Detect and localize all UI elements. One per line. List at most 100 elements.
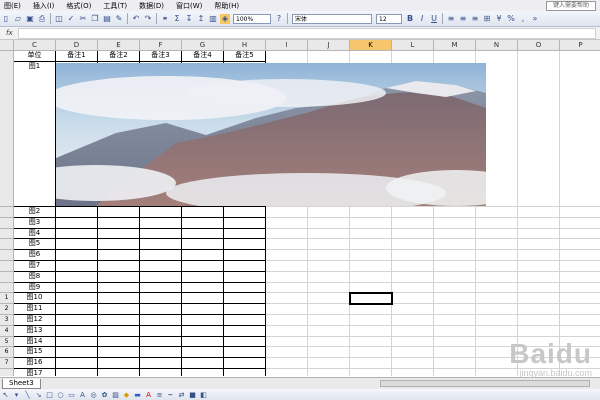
grid-cell[interactable] [560, 207, 600, 218]
format-painter-icon[interactable]: ✎ [114, 14, 124, 24]
align-center-icon[interactable]: ≡ [458, 14, 468, 24]
remark-cell[interactable] [98, 325, 140, 337]
grid-cell[interactable] [266, 228, 308, 240]
grid-cell[interactable] [350, 239, 392, 251]
grid-cell[interactable] [518, 228, 560, 240]
font-color-icon[interactable]: A [144, 391, 153, 399]
align-left-icon[interactable]: ≡ [446, 14, 456, 24]
remark-cell[interactable] [56, 325, 98, 337]
grid-cell[interactable] [392, 261, 434, 272]
remark-cell[interactable] [182, 304, 224, 315]
remark-cell[interactable] [98, 207, 140, 218]
remark-cell[interactable] [182, 369, 224, 376]
row-header[interactable] [0, 369, 14, 376]
row-header[interactable] [0, 261, 14, 272]
new-icon[interactable]: ▯ [1, 14, 11, 24]
currency-icon[interactable]: ¥ [494, 14, 504, 24]
remark-cell[interactable] [182, 239, 224, 251]
remark-cell[interactable] [182, 217, 224, 229]
remark-cell[interactable] [182, 293, 224, 305]
grid-cell[interactable] [476, 325, 518, 337]
comma-icon[interactable]: , [518, 14, 528, 24]
remark-cell[interactable] [224, 282, 266, 294]
row-header[interactable] [0, 228, 14, 240]
unit-cell[interactable]: 图10 [14, 293, 56, 305]
grid-cell[interactable] [308, 228, 350, 240]
grid-cell[interactable] [560, 293, 600, 305]
remark-cell[interactable] [140, 336, 182, 348]
arrow-style-icon[interactable]: ⇄ [177, 391, 186, 399]
formula-input[interactable] [18, 27, 596, 39]
remark-cell[interactable] [182, 347, 224, 359]
grid-cell[interactable] [518, 293, 560, 305]
remark-header-cell[interactable]: 备注3 [140, 51, 182, 62]
textbox-icon[interactable]: ▭ [67, 391, 76, 399]
grid-cell[interactable] [476, 315, 518, 326]
remark-cell[interactable] [56, 261, 98, 272]
remark-cell[interactable] [182, 228, 224, 240]
underline-icon[interactable]: U [429, 14, 439, 24]
grid-cell[interactable] [392, 304, 434, 315]
grid-cell[interactable] [560, 304, 600, 315]
remark-cell[interactable] [224, 315, 266, 326]
percent-icon[interactable]: % [506, 14, 516, 24]
grid-cell[interactable] [476, 293, 518, 305]
3d-icon[interactable]: ◧ [199, 391, 208, 399]
redo-icon[interactable]: ↷ [143, 14, 153, 24]
zoom-select[interactable]: 100% [233, 13, 271, 24]
grid-cell[interactable] [476, 250, 518, 261]
unit-cell[interactable]: 图2 [14, 207, 56, 218]
grid-cell[interactable] [392, 336, 434, 348]
paste-icon[interactable]: ▤ [102, 14, 112, 24]
remark-cell[interactable] [140, 304, 182, 315]
remark-cell[interactable] [56, 228, 98, 240]
unit-cell[interactable]: 图1 [14, 62, 56, 207]
remark-cell[interactable] [98, 239, 140, 251]
grid-cell[interactable] [518, 51, 560, 207]
remark-header-cell[interactable]: 备注1 [56, 51, 98, 62]
line-icon[interactable]: ╲ [23, 391, 32, 399]
row-header[interactable]: 2 [0, 304, 14, 315]
grid-cell[interactable] [392, 347, 434, 359]
menu-item[interactable]: 窗口(W) [172, 1, 210, 11]
bold-icon[interactable]: B [405, 14, 415, 24]
grid-cell[interactable] [560, 229, 600, 240]
grid-cell[interactable] [476, 239, 518, 251]
remark-cell[interactable] [224, 271, 266, 283]
grid-cell[interactable] [560, 51, 600, 207]
print-icon[interactable]: ⎙ [37, 14, 47, 24]
drawing-toggle-icon[interactable]: ◈ [220, 13, 230, 24]
grid-cell[interactable] [266, 304, 308, 315]
remark-cell[interactable] [98, 369, 140, 376]
sheet-tab[interactable]: Sheet3 [2, 378, 41, 389]
grid-cell[interactable] [350, 325, 392, 337]
remark-cell[interactable] [140, 282, 182, 294]
grid-cell[interactable] [560, 272, 600, 283]
column-header[interactable]: G [182, 40, 224, 51]
grid-cell[interactable] [266, 217, 308, 229]
grid-cell[interactable] [434, 347, 476, 359]
hyperlink-icon[interactable]: ⚭ [160, 14, 170, 24]
help-icon[interactable]: ? [274, 14, 284, 24]
menu-item[interactable]: 数据(D) [135, 1, 172, 11]
grid-cell[interactable] [560, 218, 600, 229]
grid-cell[interactable] [434, 271, 476, 283]
active-cell-selection[interactable] [349, 292, 393, 306]
row-header[interactable] [0, 271, 14, 283]
unit-cell[interactable]: 图13 [14, 325, 56, 337]
help-search-input[interactable]: 键入需要帮助 [545, 0, 596, 11]
remark-cell[interactable] [224, 325, 266, 337]
grid-cell[interactable] [392, 293, 434, 305]
line-style-icon[interactable]: ≡ [155, 391, 164, 399]
grid-cell[interactable] [266, 358, 308, 369]
remark-cell[interactable] [182, 358, 224, 369]
select-arrow-icon[interactable]: ↖ [1, 391, 10, 399]
remark-cell[interactable] [56, 369, 98, 376]
grid-cell[interactable] [350, 207, 392, 218]
font-size-select[interactable]: 12 [376, 13, 402, 24]
grid-cell[interactable] [266, 315, 308, 326]
unit-cell[interactable]: 图14 [14, 336, 56, 348]
unit-cell[interactable]: 图11 [14, 304, 56, 315]
unit-cell[interactable]: 图9 [14, 282, 56, 294]
grid-cell[interactable] [392, 325, 434, 337]
